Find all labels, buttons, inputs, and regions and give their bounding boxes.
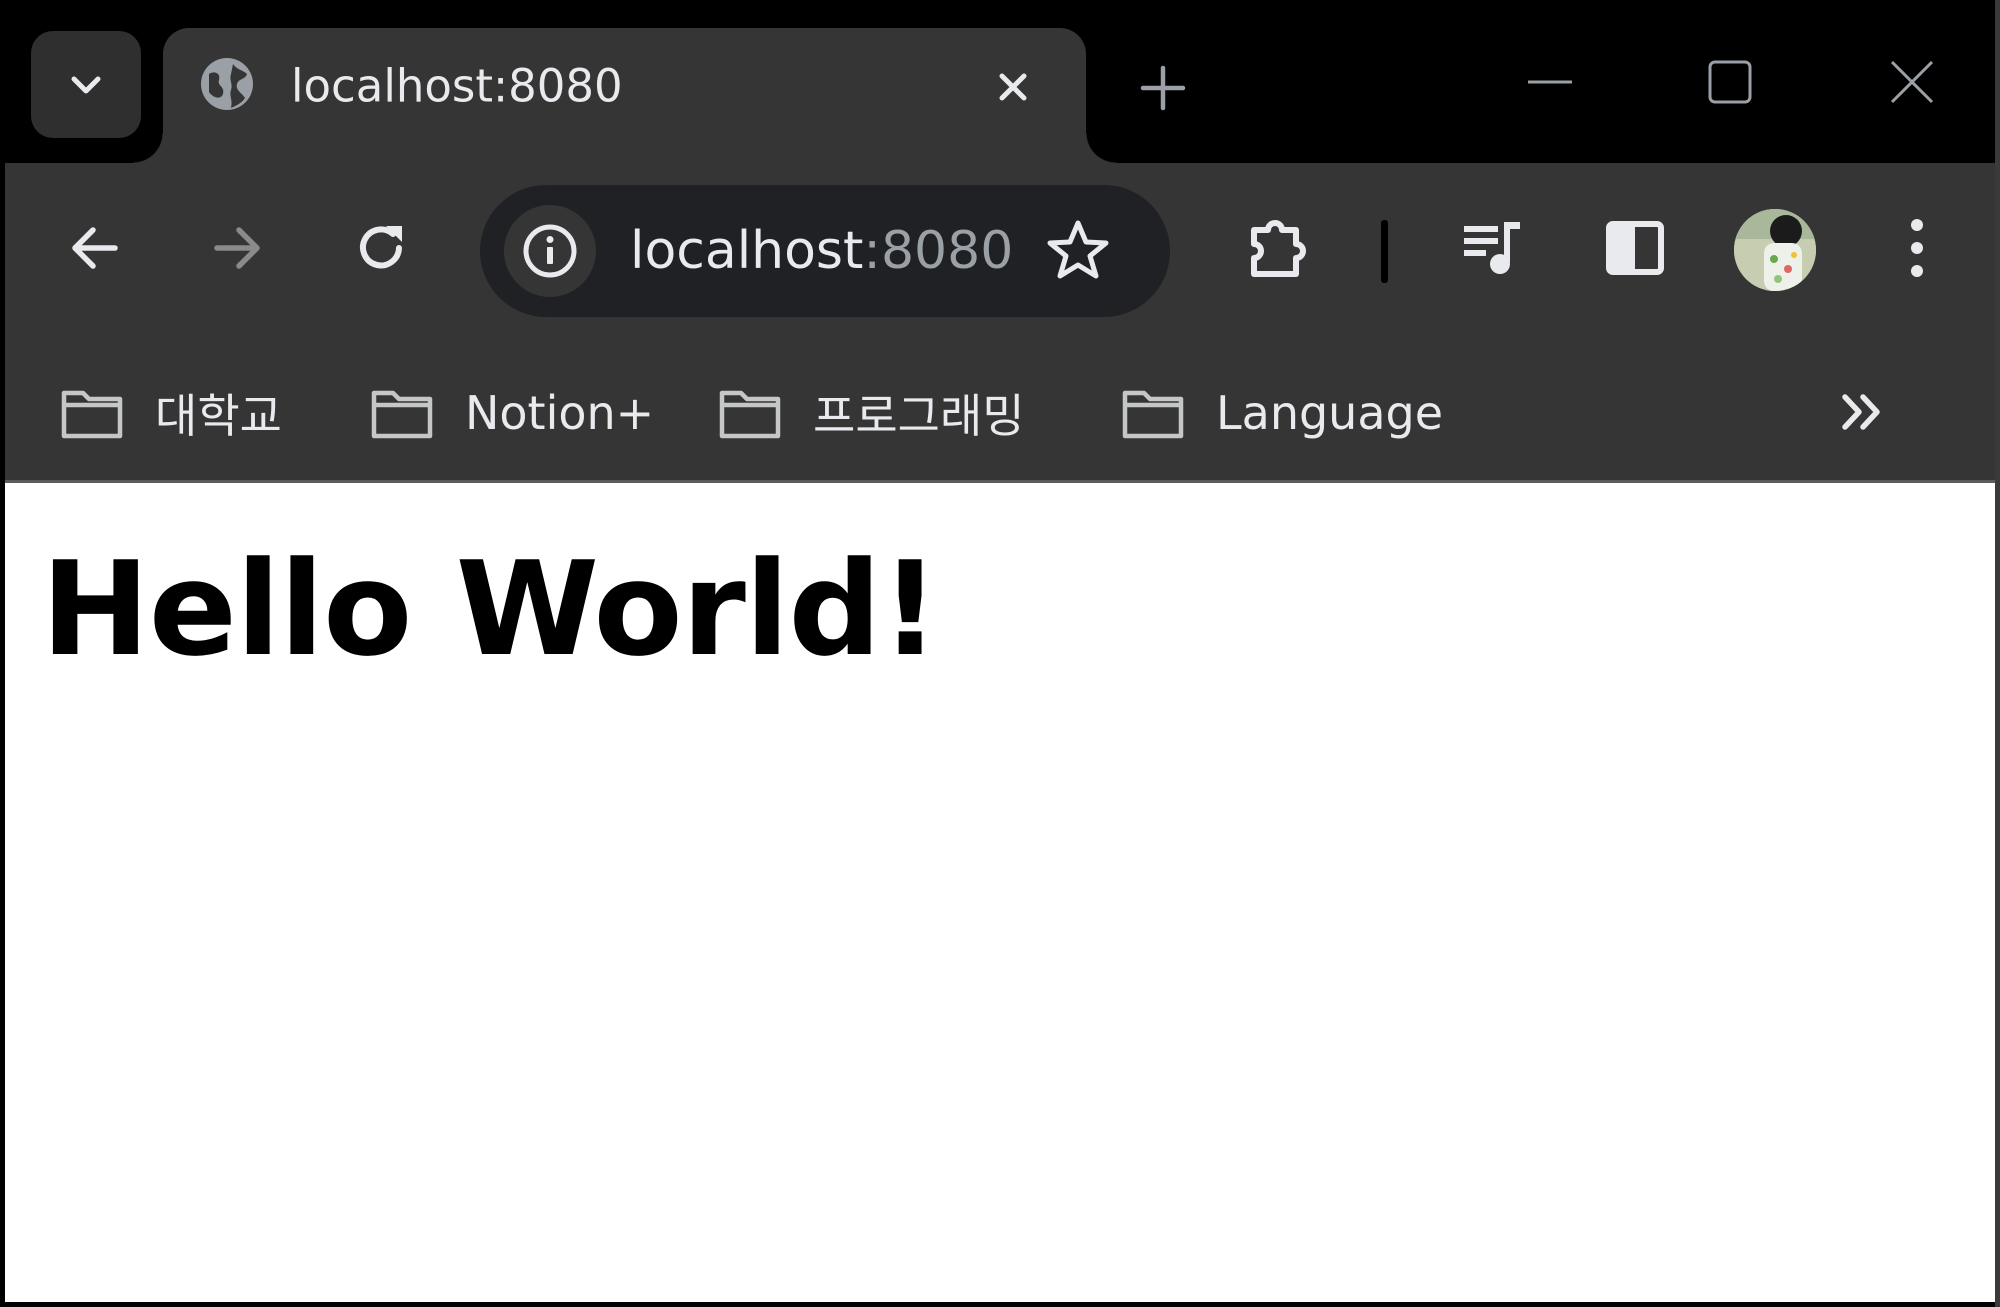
address-text[interactable]: localhost:8080 — [630, 221, 1013, 281]
site-info-button[interactable] — [504, 205, 596, 297]
page-heading: Hello World! — [41, 533, 940, 685]
bookmark-label: Notion+ — [465, 386, 655, 440]
bookmark-folder-university[interactable]: 대학교 — [59, 373, 282, 453]
media-button[interactable] — [1457, 213, 1527, 283]
kebab-menu-icon — [1911, 219, 1923, 277]
folder-icon — [719, 390, 781, 439]
bookmark-folder-language[interactable]: Language — [1120, 373, 1443, 453]
forward-button[interactable] — [202, 213, 272, 283]
arrow-left-icon — [72, 227, 118, 269]
globe-icon — [201, 58, 253, 110]
bookmark-label: 대학교 — [155, 389, 282, 443]
back-button[interactable] — [60, 213, 130, 283]
media-queue-icon — [1464, 222, 1520, 274]
reload-button[interactable] — [347, 213, 417, 283]
double-chevron-right-icon[interactable] — [1833, 377, 1893, 447]
folder-icon — [371, 390, 433, 439]
star-icon[interactable] — [1042, 215, 1114, 287]
avatar[interactable] — [1734, 209, 1816, 291]
minimize-icon[interactable] — [1520, 52, 1580, 112]
browser-window: localhost:8080 localhost:8080 대학교 Notion… — [5, 0, 1995, 1302]
menu-button[interactable] — [1882, 213, 1952, 283]
bookmark-label: Language — [1216, 386, 1444, 440]
plus-icon[interactable] — [1135, 60, 1191, 116]
tab-title: localhost:8080 — [291, 59, 623, 113]
folder-icon — [61, 390, 123, 439]
reload-icon — [360, 226, 402, 269]
side-panel-icon — [1606, 221, 1664, 275]
tab-strip: localhost:8080 — [5, 0, 1995, 163]
extensions-button[interactable] — [1245, 213, 1315, 283]
bookmark-folder-notion[interactable]: Notion+ — [369, 373, 654, 453]
side-panel-button[interactable] — [1600, 213, 1670, 283]
page-content: Hello World! — [5, 483, 1995, 1302]
puzzle-icon — [1251, 220, 1306, 277]
bookmarks-bar: 대학교 Notion+ 프로그래밍 Language — [5, 345, 1995, 480]
chevron-down-icon — [71, 76, 101, 93]
address-host: localhost — [630, 221, 864, 281]
bookmark-label: 프로그래밍 — [813, 389, 1025, 443]
maximize-icon[interactable] — [1700, 52, 1760, 112]
toolbar-separator — [1381, 220, 1388, 283]
toolbar: localhost:8080 — [5, 163, 1995, 345]
window-edge — [1995, 0, 2000, 1307]
tab-search-button[interactable] — [31, 31, 141, 138]
address-bar[interactable]: localhost:8080 — [480, 185, 1170, 317]
bookmark-folder-programming[interactable]: 프로그래밍 — [717, 373, 1025, 453]
arrow-right-icon — [214, 227, 260, 269]
close-icon[interactable] — [988, 62, 1038, 112]
profile-avatar-image — [1734, 209, 1816, 291]
close-icon[interactable] — [1882, 52, 1942, 112]
address-port: :8080 — [863, 221, 1014, 281]
info-icon — [523, 224, 577, 278]
folder-icon — [1122, 390, 1184, 439]
tab-active[interactable]: localhost:8080 — [133, 28, 1116, 163]
